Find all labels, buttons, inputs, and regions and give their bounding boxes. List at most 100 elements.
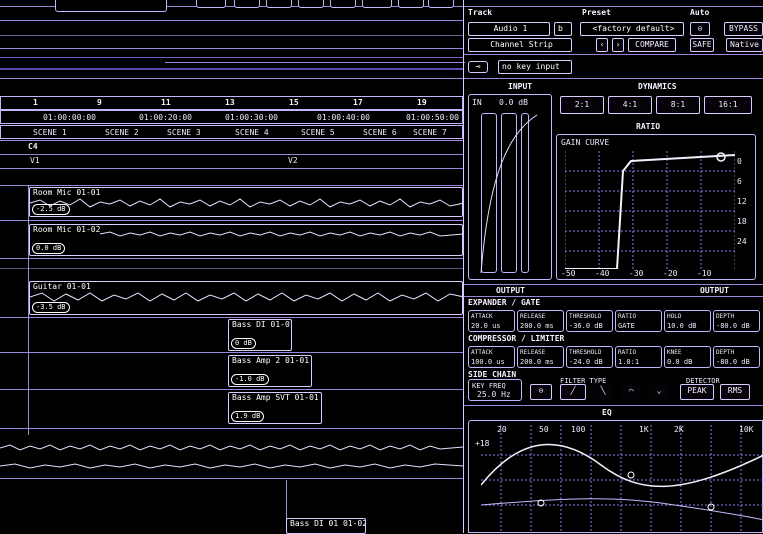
ruler-line (0, 168, 463, 169)
audio-clip[interactable]: Bass Amp 2 01-01 -1.0 dB (228, 355, 312, 387)
comp-depth-control[interactable]: DEPTH -80.0 dB (713, 346, 760, 368)
expgate-attack-control[interactable]: ATTACK 20.0 us (468, 310, 515, 332)
transport-button-6[interactable] (362, 0, 392, 8)
marker[interactable]: SCENE 5 (301, 128, 335, 138)
filter-lowpass-button[interactable]: ╲ (592, 384, 614, 400)
eq-graph[interactable]: +18 20 50 100 1K 2K 10K (468, 420, 763, 533)
transport-button-8[interactable] (428, 0, 454, 8)
graph-scale-x: -50 (561, 269, 576, 278)
native-button[interactable]: Native (726, 38, 763, 52)
key-input-icon[interactable]: ⊸ (468, 61, 488, 73)
param-value: 10.0 dB (667, 322, 697, 330)
graph-scale-x: -30 (629, 269, 644, 278)
marker[interactable]: SCENE 3 (167, 128, 201, 138)
bars-ruler[interactable]: 1 9 11 13 15 17 19 (0, 96, 463, 110)
comp-ratio-control[interactable]: RATIO 1.0:1 (615, 346, 662, 368)
track-slot-select[interactable]: b (554, 22, 572, 36)
next-preset-button[interactable]: › (612, 38, 624, 52)
audio-clip[interactable]: Guitar 01-01 -3.5 dB (29, 281, 463, 315)
transport-button-5[interactable] (330, 0, 356, 8)
audio-clip[interactable]: Room Mic 01-02 0.0 dB (29, 224, 463, 256)
clip-gain[interactable]: 1.9 dB (231, 411, 265, 422)
comp-threshold-control[interactable]: THRESHOLD -24.0 dB (566, 346, 613, 368)
comp-params: ATTACK 100.0 us RELEASE 200.0 ms THRESHOLD -2… (468, 346, 763, 368)
expgate-hold-control[interactable]: HOLD 10.0 dB (664, 310, 711, 332)
transport-button-1[interactable] (196, 0, 226, 8)
bar-number: 19 (417, 98, 427, 107)
transport-button-2[interactable] (234, 0, 260, 8)
ratio-button-16[interactable]: 16:1 (704, 96, 752, 114)
memory-location[interactable]: V1 (30, 156, 40, 166)
filter-bypass-button[interactable]: ⊖ (530, 384, 552, 400)
ratio-button-2[interactable]: 2:1 (560, 96, 604, 114)
expgate-ratio-control[interactable]: RATIO GATE (615, 310, 662, 332)
dynamics-title: DYNAMICS (638, 82, 677, 91)
key-freq-control[interactable]: KEY FREQ 25.0 Hz (468, 379, 522, 401)
comp-attack-control[interactable]: ATTACK 100.0 us (468, 346, 515, 368)
bypass-button[interactable]: BYPASS (724, 22, 763, 36)
track-label: Track (468, 8, 493, 17)
prev-preset-button[interactable]: ‹ (596, 38, 608, 52)
expgate-release-control[interactable]: RELEASE 200.0 ms (517, 310, 564, 332)
compare-button[interactable]: COMPARE (628, 38, 676, 52)
filter-notch-button[interactable]: ⌄ (648, 384, 670, 400)
insert-select[interactable]: Channel Strip (468, 38, 572, 52)
panel-line (464, 6, 763, 7)
output-title: OUTPUT (496, 286, 525, 295)
audio-clip[interactable]: Bass DI 01-01 0 dB (228, 319, 292, 351)
track-edge (286, 480, 287, 520)
clip-gain[interactable]: -3.5 dB (32, 302, 70, 313)
transport-button-3[interactable] (266, 0, 292, 8)
automation-button[interactable]: ⊙ (690, 22, 710, 36)
expgate-threshold-control[interactable]: THRESHOLD -36.0 dB (566, 310, 613, 332)
preset-label: Preset (582, 8, 611, 17)
markers-ruler[interactable]: SCENE 1 SCENE 2 SCENE 3 SCENE 4 SCENE 5 … (0, 125, 463, 139)
timecode: 01:00:30:00 (225, 113, 278, 122)
detector-rms-button[interactable]: RMS (720, 384, 750, 400)
audio-clip[interactable]: Room Mic 01-01 -2.5 dB (29, 187, 463, 217)
clip-gain[interactable]: -1.0 dB (231, 374, 269, 385)
ruler-line (0, 57, 463, 58)
lane-divider (0, 478, 463, 479)
graph-title: GAIN CURVE (561, 138, 610, 147)
filter-highpass-button[interactable]: ╱ (560, 384, 586, 400)
param-value: 20.0 us (471, 322, 501, 330)
eq-title: EQ (602, 408, 612, 417)
clip-name: Bass DI 01 01-02 (290, 519, 366, 528)
panel-line (464, 54, 763, 55)
track-select[interactable]: Audio 1 (468, 22, 550, 36)
timecode-ruler[interactable]: 01:00:00:00 01:00:20:00 01:00:30:00 01:0… (0, 110, 463, 124)
marker[interactable]: SCENE 2 (105, 128, 139, 138)
comp-release-control[interactable]: RELEASE 200.0 ms (517, 346, 564, 368)
gain-curve-graph[interactable]: GAIN CURVE 0 6 12 18 24 -50 -40 -30 -20 … (556, 134, 756, 280)
counter-display[interactable] (55, 0, 167, 12)
input-value[interactable]: 0.0 dB (499, 98, 528, 108)
clip-gain[interactable]: 0.0 dB (32, 243, 66, 254)
marker[interactable]: SCENE 7 (413, 128, 447, 138)
graph-scale-y: 0 (737, 157, 742, 166)
graph-scale-x: -20 (663, 269, 678, 278)
marker[interactable]: SCENE 1 (33, 128, 67, 138)
clip-gain[interactable]: 0 dB (231, 338, 256, 349)
ratio-button-8[interactable]: 8:1 (656, 96, 700, 114)
detector-peak-button[interactable]: PEAK (680, 384, 714, 400)
transport-button-7[interactable] (398, 0, 424, 8)
transport-button-4[interactable] (298, 0, 324, 8)
memory-location[interactable]: V2 (288, 156, 298, 166)
comp-knee-control[interactable]: KNEE 0.0 dB (664, 346, 711, 368)
filter-bandpass-button[interactable]: ⌒ (620, 384, 642, 400)
ratio-button-4[interactable]: 4:1 (608, 96, 652, 114)
clip-name: Guitar 01-01 (33, 282, 91, 291)
preset-select[interactable]: <factory default> (580, 22, 684, 36)
panel-line (464, 405, 763, 406)
clip-gain[interactable]: -2.5 dB (32, 204, 70, 215)
audio-clip[interactable]: Bass DI 01 01-02 (286, 518, 366, 534)
sidechain-select[interactable]: no key input (498, 60, 572, 74)
graph-scale-y: 12 (737, 197, 747, 206)
expgate-depth-control[interactable]: DEPTH -80.0 dB (713, 310, 760, 332)
marker[interactable]: SCENE 6 (363, 128, 397, 138)
audio-clip[interactable]: Bass Amp SVT 01-01 1.9 dB (228, 392, 322, 424)
ruler-line (0, 20, 463, 21)
marker[interactable]: SCENE 4 (235, 128, 269, 138)
safe-button[interactable]: SAFE (690, 38, 714, 52)
